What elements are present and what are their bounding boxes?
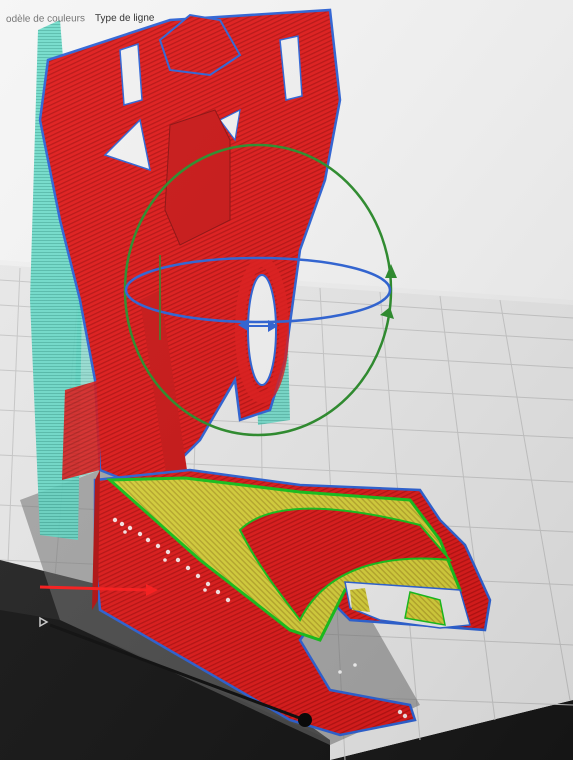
color-scheme-label[interactable]: odèle de couleurs [6, 13, 85, 25]
toolbar: odèle de couleurs Type de ligne [0, 0, 573, 38]
line-type-label[interactable]: Type de ligne [95, 12, 155, 24]
slicer-viewport[interactable] [0, 0, 573, 760]
